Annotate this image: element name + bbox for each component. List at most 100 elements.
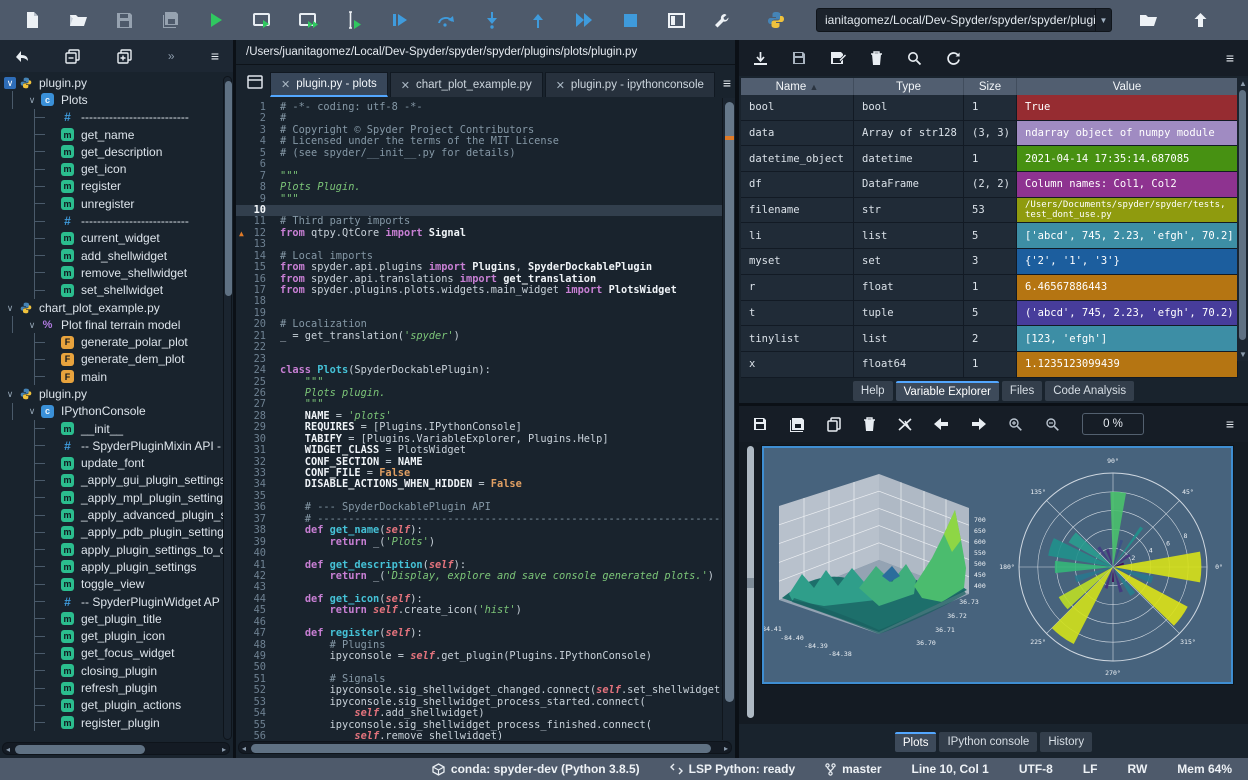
outline-item[interactable]: ∨%Plot final terrain model (0, 316, 224, 333)
code-line[interactable]: 19 (236, 308, 722, 319)
tab-help[interactable]: Help (853, 381, 893, 401)
variable-table-scrollbar[interactable]: ▲ ▼ (1237, 78, 1248, 361)
code-line[interactable]: 1# -*- coding: utf-8 -*- (236, 102, 722, 113)
step-return-icon[interactable] (518, 6, 558, 34)
expander-icon[interactable]: ∨ (26, 405, 38, 417)
tab-ipython-console[interactable]: IPython console (939, 732, 1037, 752)
scrollbar-thumb[interactable] (15, 745, 145, 754)
code-line[interactable]: 16from spyder.api.translations import ge… (236, 274, 722, 285)
git-branch-status[interactable]: master (825, 762, 881, 776)
scroll-down-icon[interactable]: ▼ (1239, 350, 1247, 360)
column-header-name[interactable]: Name ▲ (741, 78, 854, 95)
outline-item[interactable]: ∨plugin.py (0, 74, 224, 91)
code-line[interactable]: 40 (236, 548, 722, 559)
expander-icon[interactable]: ∨ (4, 302, 16, 314)
outline-item[interactable]: mapply_plugin_settings_to_c (0, 541, 224, 558)
outline-item[interactable]: m_apply_advanced_plugin_s (0, 506, 224, 523)
code-line[interactable]: 56 self.remove_shellwidget) (236, 731, 722, 740)
close-tab-icon[interactable]: ✕ (556, 79, 565, 92)
browse-directory-icon[interactable] (1128, 6, 1168, 34)
code-line[interactable]: 39 return _('Plots') (236, 537, 722, 548)
code-line[interactable]: 37 # -----------------------------------… (236, 514, 722, 525)
remove-variable-icon[interactable] (870, 51, 883, 66)
thumbnail-scrollbar[interactable] (747, 446, 754, 718)
expand-all-icon[interactable] (117, 49, 132, 64)
code-line[interactable]: 8Plots Plugin. (236, 182, 722, 193)
outline-item[interactable]: ∨cPlots (0, 91, 224, 108)
outline-item[interactable]: mget_description (0, 143, 224, 160)
outline-item[interactable]: mapply_plugin_settings (0, 558, 224, 575)
expander-icon[interactable]: ∨ (26, 94, 38, 106)
search-icon[interactable] (907, 51, 922, 66)
code-line[interactable]: 48 # Plugins (236, 640, 722, 651)
outline-menu-icon[interactable]: ≡ (211, 48, 219, 64)
code-line[interactable]: 38 def get_name(self): (236, 525, 722, 536)
outline-item[interactable]: mget_icon (0, 160, 224, 177)
code-line[interactable]: 6 (236, 159, 722, 170)
editor-tab[interactable]: ✕plugin.py - ipythonconsole (545, 72, 715, 97)
code-line[interactable]: 42 return _('Display, explore and save c… (236, 571, 722, 582)
code-line[interactable]: 20# Localization (236, 319, 722, 330)
scrollbar-thumb[interactable] (1239, 90, 1246, 340)
outline-item[interactable]: mregister_plugin (0, 714, 224, 731)
outline-item[interactable]: ∨cIPythonConsole (0, 403, 224, 420)
column-header-type[interactable]: Type (854, 78, 964, 95)
editor-vertical-scrollbar[interactable] (722, 98, 735, 740)
outline-item[interactable]: ∨plugin.py (0, 385, 224, 402)
close-tab-icon[interactable]: ✕ (401, 79, 410, 92)
run-cell-advance-icon[interactable] (288, 6, 328, 34)
plots-menu-icon[interactable]: ≡ (1226, 416, 1234, 432)
maximize-pane-icon[interactable] (656, 6, 696, 34)
code-line[interactable]: 21_ = get_translation('spyder') (236, 331, 722, 342)
variable-row[interactable]: tinylistlist2[123, 'efgh'] (741, 326, 1238, 352)
outline-item[interactable]: Fgenerate_polar_plot (0, 333, 224, 350)
variable-row[interactable]: datetime_objectdatetime12021-04-14 17:35… (741, 146, 1238, 172)
outline-item[interactable]: ∨chart_plot_example.py (0, 299, 224, 316)
code-line[interactable]: 36 # --- SpyderDockablePlugin API (236, 502, 722, 513)
save-data-icon[interactable] (792, 51, 806, 65)
outline-item[interactable]: #--------------------------- (0, 212, 224, 229)
outline-horizontal-scrollbar[interactable]: ◂ ▸ (2, 742, 230, 755)
code-line[interactable]: 44 def get_icon(self): (236, 594, 722, 605)
outline-item[interactable]: mset_shellwidget (0, 282, 224, 299)
outline-vertical-scrollbar[interactable] (223, 76, 232, 740)
expander-icon[interactable]: ∨ (4, 77, 16, 89)
save-all-plots-icon[interactable] (789, 417, 805, 432)
code-line[interactable]: 32 CONF_SECTION = NAME (236, 457, 722, 468)
code-line[interactable]: 49 ipyconsole = self.get_plugin(Plugins.… (236, 651, 722, 662)
scroll-left-icon[interactable]: ◂ (242, 744, 246, 754)
code-line[interactable]: 52 ipyconsole.sig_shellwidget_changed.co… (236, 685, 722, 696)
editor-tab[interactable]: ✕chart_plot_example.py (390, 72, 543, 97)
chevron-down-icon[interactable]: ▼ (1095, 9, 1111, 31)
code-line[interactable]: 13 (236, 239, 722, 250)
code-line[interactable]: 5# (see spyder/__init__.py for details) (236, 148, 722, 159)
save-all-icon[interactable] (150, 6, 190, 34)
debug-continue-icon[interactable] (564, 6, 604, 34)
refresh-icon[interactable] (946, 51, 961, 66)
code-line[interactable]: 9""" (236, 194, 722, 205)
save-data-as-icon[interactable] (830, 51, 846, 66)
variable-row[interactable]: mysetset3{'2', '1', '3'} (741, 249, 1238, 275)
outline-item[interactable]: mclosing_plugin (0, 662, 224, 679)
outline-item[interactable]: madd_shellwidget (0, 247, 224, 264)
tools-wrench-icon[interactable] (702, 6, 742, 34)
outline-item[interactable]: m_apply_pdb_plugin_setting (0, 524, 224, 541)
code-line[interactable]: 14# Local imports (236, 251, 722, 262)
code-line[interactable]: 2# (236, 113, 722, 124)
outline-item[interactable]: mcurrent_widget (0, 230, 224, 247)
more-options-icon[interactable]: » (168, 49, 175, 63)
zoom-in-icon[interactable] (1008, 417, 1023, 432)
outline-item[interactable]: mremove_shellwidget (0, 264, 224, 281)
outline-item[interactable]: mrefresh_plugin (0, 679, 224, 696)
remove-plot-icon[interactable] (863, 417, 876, 432)
tab-history[interactable]: History (1040, 732, 1092, 752)
scroll-up-icon[interactable]: ▲ (1239, 79, 1247, 89)
code-line[interactable]: 51 # Signals (236, 674, 722, 685)
editor-tabs-menu-icon[interactable]: ≡ (723, 75, 731, 91)
column-header-value[interactable]: Value (1017, 78, 1238, 95)
zoom-out-icon[interactable] (1045, 417, 1060, 432)
save-icon[interactable] (104, 6, 144, 34)
code-editor[interactable]: 1# -*- coding: utf-8 -*-2#3# Copyright ©… (236, 98, 735, 740)
outline-item[interactable]: mget_plugin_actions (0, 697, 224, 714)
run-cell-icon[interactable] (242, 6, 282, 34)
